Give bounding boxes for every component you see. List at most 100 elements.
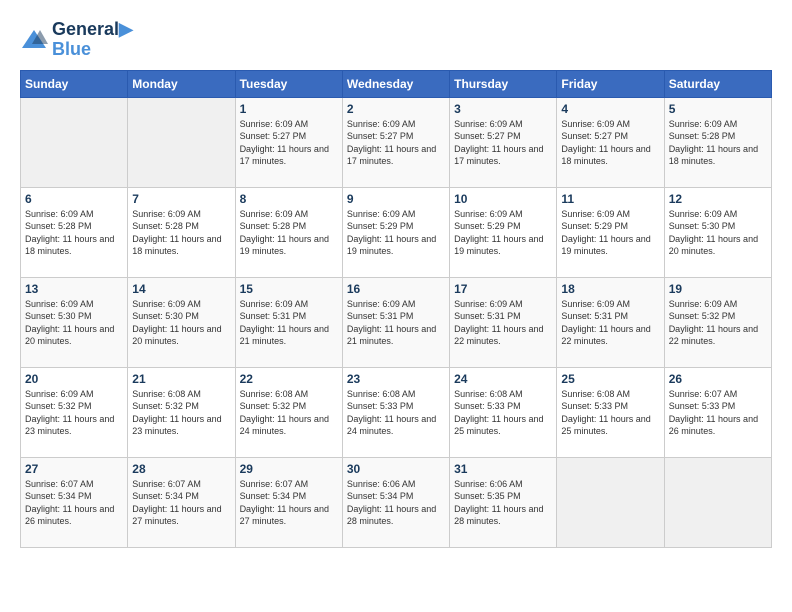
- calendar-cell: 2 Sunrise: 6:09 AM Sunset: 5:27 PM Daylig…: [342, 97, 449, 187]
- day-info: Sunrise: 6:08 AM Sunset: 5:32 PM Dayligh…: [132, 388, 230, 438]
- day-number: 13: [25, 282, 123, 296]
- day-info: Sunrise: 6:09 AM Sunset: 5:31 PM Dayligh…: [347, 298, 445, 348]
- calendar-cell: 6Sunrise: 6:09 AM Sunset: 5:28 PM Daylig…: [21, 187, 128, 277]
- day-number: 25: [561, 372, 659, 386]
- day-info: Sunrise: 6:06 AM Sunset: 5:34 PM Dayligh…: [347, 478, 445, 528]
- calendar-header-row: SundayMondayTuesdayWednesdayThursdayFrid…: [21, 70, 772, 97]
- calendar-cell: 7 Sunrise: 6:09 AM Sunset: 5:28 PM Daylig…: [128, 187, 235, 277]
- day-number: 14: [132, 282, 230, 296]
- calendar-cell: 19 Sunrise: 6:09 AM Sunset: 5:32 PM Dayli…: [664, 277, 771, 367]
- calendar-body: 1 Sunrise: 6:09 AM Sunset: 5:27 PM Daylig…: [21, 97, 772, 547]
- calendar-week-row: 1 Sunrise: 6:09 AM Sunset: 5:27 PM Daylig…: [21, 97, 772, 187]
- calendar-cell: [664, 457, 771, 547]
- calendar-cell: 5 Sunrise: 6:09 AM Sunset: 5:28 PM Daylig…: [664, 97, 771, 187]
- day-info: Sunrise: 6:09 AM Sunset: 5:27 PM Dayligh…: [561, 118, 659, 168]
- day-number: 1: [240, 102, 338, 116]
- calendar-cell: 25 Sunrise: 6:08 AM Sunset: 5:33 PM Dayli…: [557, 367, 664, 457]
- day-number: 24: [454, 372, 552, 386]
- calendar-day-header: Saturday: [664, 70, 771, 97]
- day-number: 28: [132, 462, 230, 476]
- day-number: 22: [240, 372, 338, 386]
- calendar-cell: 20 Sunrise: 6:09 AM Sunset: 5:32 PM Dayli…: [21, 367, 128, 457]
- calendar-cell: 23 Sunrise: 6:08 AM Sunset: 5:33 PM Dayli…: [342, 367, 449, 457]
- calendar-cell: 27 Sunrise: 6:07 AM Sunset: 5:34 PM Dayli…: [21, 457, 128, 547]
- calendar-cell: 9 Sunrise: 6:09 AM Sunset: 5:29 PM Daylig…: [342, 187, 449, 277]
- calendar-week-row: 13 Sunrise: 6:09 AM Sunset: 5:30 PM Dayli…: [21, 277, 772, 367]
- day-info: Sunrise: 6:07 AM Sunset: 5:33 PM Dayligh…: [669, 388, 767, 438]
- day-info: Sunrise: 6:09 AM Sunset: 5:28 PM Dayligh…: [669, 118, 767, 168]
- calendar-cell: 24Sunrise: 6:08 AM Sunset: 5:33 PM Dayli…: [450, 367, 557, 457]
- calendar-table: SundayMondayTuesdayWednesdayThursdayFrid…: [20, 70, 772, 548]
- day-info: Sunrise: 6:09 AM Sunset: 5:27 PM Dayligh…: [347, 118, 445, 168]
- day-number: 19: [669, 282, 767, 296]
- calendar-day-header: Sunday: [21, 70, 128, 97]
- calendar-cell: 22 Sunrise: 6:08 AM Sunset: 5:32 PM Dayli…: [235, 367, 342, 457]
- day-info: Sunrise: 6:08 AM Sunset: 5:33 PM Dayligh…: [561, 388, 659, 438]
- calendar-cell: [128, 97, 235, 187]
- calendar-cell: 15Sunrise: 6:09 AM Sunset: 5:31 PM Dayli…: [235, 277, 342, 367]
- calendar-cell: 8 Sunrise: 6:09 AM Sunset: 5:28 PM Daylig…: [235, 187, 342, 277]
- day-number: 4: [561, 102, 659, 116]
- day-number: 29: [240, 462, 338, 476]
- day-info: Sunrise: 6:09 AM Sunset: 5:31 PM Dayligh…: [454, 298, 552, 348]
- calendar-cell: 29Sunrise: 6:07 AM Sunset: 5:34 PM Dayli…: [235, 457, 342, 547]
- logo-icon: [20, 26, 48, 54]
- day-info: Sunrise: 6:09 AM Sunset: 5:27 PM Dayligh…: [454, 118, 552, 168]
- day-number: 23: [347, 372, 445, 386]
- day-info: Sunrise: 6:09 AM Sunset: 5:30 PM Dayligh…: [25, 298, 123, 348]
- logo-text: General▶ Blue: [52, 20, 133, 60]
- calendar-cell: 14 Sunrise: 6:09 AM Sunset: 5:30 PM Dayli…: [128, 277, 235, 367]
- day-info: Sunrise: 6:09 AM Sunset: 5:28 PM Dayligh…: [132, 208, 230, 258]
- day-number: 5: [669, 102, 767, 116]
- day-number: 12: [669, 192, 767, 206]
- day-info: Sunrise: 6:09 AM Sunset: 5:29 PM Dayligh…: [347, 208, 445, 258]
- day-number: 2: [347, 102, 445, 116]
- calendar-cell: 31 Sunrise: 6:06 AM Sunset: 5:35 PM Dayli…: [450, 457, 557, 547]
- calendar-cell: 10Sunrise: 6:09 AM Sunset: 5:29 PM Dayli…: [450, 187, 557, 277]
- calendar-cell: 21 Sunrise: 6:08 AM Sunset: 5:32 PM Dayli…: [128, 367, 235, 457]
- day-info: Sunrise: 6:09 AM Sunset: 5:29 PM Dayligh…: [454, 208, 552, 258]
- calendar-cell: 1 Sunrise: 6:09 AM Sunset: 5:27 PM Daylig…: [235, 97, 342, 187]
- calendar-cell: 12 Sunrise: 6:09 AM Sunset: 5:30 PM Dayli…: [664, 187, 771, 277]
- day-info: Sunrise: 6:09 AM Sunset: 5:32 PM Dayligh…: [669, 298, 767, 348]
- calendar-cell: 26Sunrise: 6:07 AM Sunset: 5:33 PM Dayli…: [664, 367, 771, 457]
- day-number: 31: [454, 462, 552, 476]
- day-number: 15: [240, 282, 338, 296]
- day-info: Sunrise: 6:07 AM Sunset: 5:34 PM Dayligh…: [25, 478, 123, 528]
- day-number: 27: [25, 462, 123, 476]
- day-info: Sunrise: 6:09 AM Sunset: 5:27 PM Dayligh…: [240, 118, 338, 168]
- calendar-day-header: Thursday: [450, 70, 557, 97]
- day-number: 30: [347, 462, 445, 476]
- calendar-day-header: Wednesday: [342, 70, 449, 97]
- day-number: 7: [132, 192, 230, 206]
- page-header: General▶ Blue: [20, 20, 772, 60]
- day-info: Sunrise: 6:09 AM Sunset: 5:30 PM Dayligh…: [132, 298, 230, 348]
- day-number: 21: [132, 372, 230, 386]
- day-number: 18: [561, 282, 659, 296]
- day-info: Sunrise: 6:09 AM Sunset: 5:32 PM Dayligh…: [25, 388, 123, 438]
- calendar-cell: 17 Sunrise: 6:09 AM Sunset: 5:31 PM Dayli…: [450, 277, 557, 367]
- calendar-cell: 11Sunrise: 6:09 AM Sunset: 5:29 PM Dayli…: [557, 187, 664, 277]
- calendar-cell: [21, 97, 128, 187]
- day-info: Sunrise: 6:09 AM Sunset: 5:30 PM Dayligh…: [669, 208, 767, 258]
- calendar-cell: [557, 457, 664, 547]
- day-number: 9: [347, 192, 445, 206]
- day-info: Sunrise: 6:06 AM Sunset: 5:35 PM Dayligh…: [454, 478, 552, 528]
- day-number: 17: [454, 282, 552, 296]
- calendar-day-header: Monday: [128, 70, 235, 97]
- day-info: Sunrise: 6:09 AM Sunset: 5:28 PM Dayligh…: [25, 208, 123, 258]
- calendar-cell: 30 Sunrise: 6:06 AM Sunset: 5:34 PM Dayli…: [342, 457, 449, 547]
- calendar-week-row: 27 Sunrise: 6:07 AM Sunset: 5:34 PM Dayli…: [21, 457, 772, 547]
- day-info: Sunrise: 6:08 AM Sunset: 5:32 PM Dayligh…: [240, 388, 338, 438]
- day-info: Sunrise: 6:09 AM Sunset: 5:31 PM Dayligh…: [561, 298, 659, 348]
- calendar-week-row: 6Sunrise: 6:09 AM Sunset: 5:28 PM Daylig…: [21, 187, 772, 277]
- day-number: 11: [561, 192, 659, 206]
- calendar-cell: 3Sunrise: 6:09 AM Sunset: 5:27 PM Daylig…: [450, 97, 557, 187]
- calendar-cell: 4 Sunrise: 6:09 AM Sunset: 5:27 PM Daylig…: [557, 97, 664, 187]
- day-info: Sunrise: 6:09 AM Sunset: 5:28 PM Dayligh…: [240, 208, 338, 258]
- day-number: 8: [240, 192, 338, 206]
- day-number: 20: [25, 372, 123, 386]
- day-info: Sunrise: 6:08 AM Sunset: 5:33 PM Dayligh…: [347, 388, 445, 438]
- day-number: 16: [347, 282, 445, 296]
- calendar-day-header: Tuesday: [235, 70, 342, 97]
